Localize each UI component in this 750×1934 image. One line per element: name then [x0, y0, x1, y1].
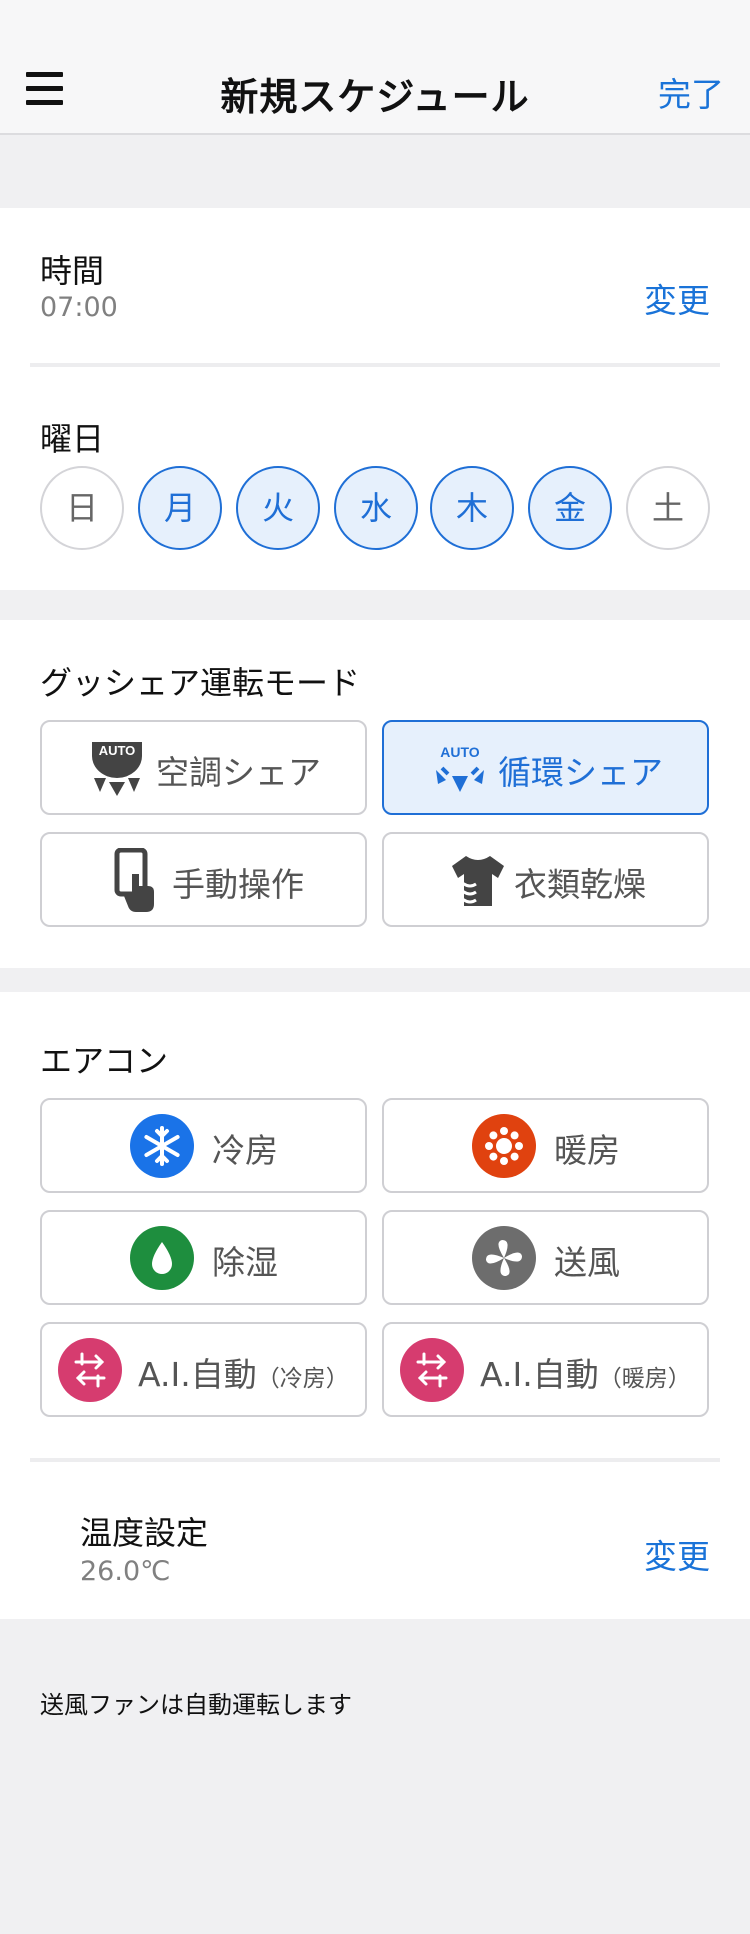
aircon-ai-heat-sub: （暖房） [598, 1366, 691, 1392]
svg-text:AUTO: AUTO [440, 744, 480, 760]
ai-auto-icon [58, 1338, 122, 1402]
mode-manual-label: 手動操作 [172, 865, 304, 904]
gush-mode-label: グッシェア運転モード [40, 664, 361, 702]
aircon-heat-button[interactable]: 暖房 [382, 1098, 709, 1193]
aircon-label: エアコン [40, 1042, 169, 1080]
temperature-label: 温度設定 [80, 1514, 209, 1552]
fan-auto-note: 送風ファンは自動運転します [40, 1691, 352, 1719]
aircon-ai-heat-button[interactable]: A.I.自動（暖房） [382, 1322, 709, 1417]
clothes-dry-icon [450, 854, 506, 908]
aircon-dry-label: 除湿 [212, 1243, 278, 1282]
day-monday[interactable]: 月 [138, 466, 222, 550]
day-saturday[interactable]: 土 [626, 466, 710, 550]
aircon-ai-cool-button[interactable]: A.I.自動（冷房） [40, 1322, 367, 1417]
divider [30, 363, 720, 367]
aircon-ai-cool-label: A.I.自動（冷房） [138, 1355, 349, 1394]
aircon-heat-label: 暖房 [554, 1131, 620, 1170]
mode-clothes-dry-button[interactable]: 衣類乾燥 [382, 832, 709, 927]
nav-bar: 新規スケジュール 完了 [0, 0, 750, 135]
divider [30, 1458, 720, 1462]
auto-circulation-share-icon: AUTO [432, 744, 488, 796]
aircon-dry-button[interactable]: 除湿 [40, 1210, 367, 1305]
svg-text:AUTO: AUTO [99, 743, 136, 758]
time-label: 時間 [40, 252, 105, 290]
page-title: 新規スケジュール [220, 75, 530, 119]
day-selector: 日 月 火 水 木 金 土 [40, 466, 710, 550]
temperature-value: 26.0℃ [80, 1556, 171, 1587]
aircon-fan-button[interactable]: 送風 [382, 1210, 709, 1305]
aircon-cool-button[interactable]: 冷房 [40, 1098, 367, 1193]
aircon-fan-label: 送風 [554, 1243, 620, 1282]
mode-manual-button[interactable]: 手動操作 [40, 832, 367, 927]
temperature-change-button[interactable]: 変更 [644, 1530, 710, 1578]
days-label: 曜日 [40, 420, 105, 458]
aircon-cool-label: 冷房 [212, 1131, 278, 1170]
day-thursday[interactable]: 木 [430, 466, 514, 550]
day-sunday[interactable]: 日 [40, 466, 124, 550]
aircon-ai-cool-sub: （冷房） [256, 1366, 349, 1392]
manual-hand-icon [114, 847, 158, 914]
auto-aircon-share-icon: AUTO [88, 740, 146, 796]
droplet-icon [130, 1226, 194, 1290]
snowflake-icon [130, 1114, 194, 1178]
day-tuesday[interactable]: 火 [236, 466, 320, 550]
mode-aircon-share-button[interactable]: AUTO 空調シェア [40, 720, 367, 815]
mode-circulation-share-button[interactable]: AUTO 循環シェア [382, 720, 709, 815]
time-value: 07:00 [40, 292, 118, 323]
mode-circulation-share-label: 循環シェア [498, 753, 663, 792]
mode-aircon-share-label: 空調シェア [156, 753, 321, 792]
done-button[interactable]: 完了 [658, 68, 724, 116]
fan-icon [472, 1226, 536, 1290]
mode-clothes-dry-label: 衣類乾燥 [514, 865, 646, 904]
aircon-ai-heat-label: A.I.自動（暖房） [480, 1355, 691, 1394]
day-friday[interactable]: 金 [528, 466, 612, 550]
time-change-button[interactable]: 変更 [644, 274, 710, 322]
sun-icon [472, 1114, 536, 1178]
ai-auto-icon [400, 1338, 464, 1402]
day-wednesday[interactable]: 水 [334, 466, 418, 550]
